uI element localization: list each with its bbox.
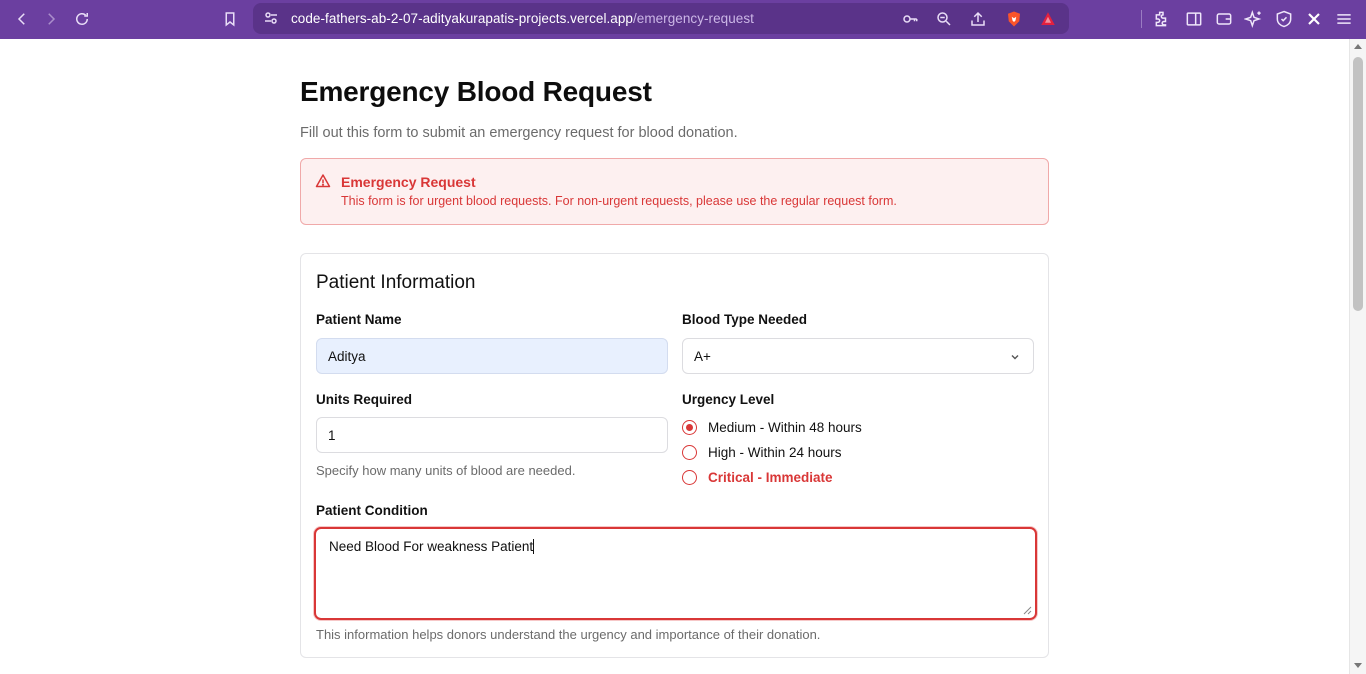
text-caret [533, 539, 535, 554]
extension-x-icon[interactable] [1304, 9, 1324, 29]
toolbar-divider [1141, 10, 1142, 28]
units-hint: Specify how many units of blood are need… [316, 463, 576, 478]
browser-toolbar: code-fathers-ab-2-07-adityakurapatis-pro… [0, 0, 1366, 39]
radio-label: Critical - Immediate [708, 470, 833, 485]
forward-icon[interactable] [39, 7, 63, 31]
blood-type-select[interactable]: A+ [682, 338, 1034, 374]
emergency-alert: Emergency Request This form is for urgen… [300, 158, 1049, 225]
units-label: Units Required [316, 392, 413, 407]
warning-triangle-icon [315, 173, 331, 189]
radio-unchecked[interactable] [682, 445, 697, 460]
address-bar[interactable]: code-fathers-ab-2-07-adityakurapatis-pro… [253, 3, 1069, 34]
page-subtitle: Fill out this form to submit an emergenc… [300, 125, 738, 141]
condition-textarea[interactable]: Need Blood For weakness Patient [314, 527, 1037, 620]
url-text: code-fathers-ab-2-07-adityakurapatis-pro… [291, 11, 754, 26]
page-title: Emergency Blood Request [300, 76, 652, 107]
chevron-down-icon [1009, 351, 1021, 363]
scroll-up-icon[interactable] [1354, 44, 1362, 49]
site-settings-icon[interactable] [263, 10, 279, 26]
patient-info-card: Patient Information Patient Name Aditya … [300, 253, 1049, 658]
radio-unchecked[interactable] [682, 470, 697, 485]
back-icon[interactable] [10, 7, 34, 31]
key-icon[interactable] [901, 10, 919, 28]
alert-title: Emergency Request [341, 174, 476, 190]
alert-message: This form is for urgent blood requests. … [341, 194, 897, 208]
brave-shields-icon[interactable] [1005, 10, 1023, 28]
reload-icon[interactable] [70, 7, 94, 31]
rewards-icon[interactable] [1039, 10, 1057, 28]
resize-handle-icon[interactable] [1023, 606, 1032, 615]
vpn-icon[interactable] [1274, 9, 1294, 29]
urgency-option-critical[interactable]: Critical - Immediate [682, 470, 833, 485]
extensions-icon[interactable] [1153, 9, 1173, 29]
blood-type-value: A+ [694, 348, 711, 364]
radio-checked[interactable] [682, 420, 697, 435]
page-scrollbar[interactable] [1349, 39, 1366, 674]
units-input[interactable]: 1 [316, 417, 668, 453]
sidebar-icon[interactable] [1184, 9, 1204, 29]
scrollbar-thumb[interactable] [1353, 57, 1363, 311]
patient-name-label: Patient Name [316, 312, 402, 327]
radio-label: Medium - Within 48 hours [708, 420, 862, 435]
leo-ai-icon[interactable] [1243, 9, 1264, 29]
condition-text: Need Blood For weakness Patient [329, 539, 534, 554]
radio-label: High - Within 24 hours [708, 445, 842, 460]
wallet-icon[interactable] [1214, 9, 1234, 29]
blood-type-label: Blood Type Needed [682, 312, 808, 327]
zoom-icon[interactable] [935, 10, 953, 28]
scroll-down-icon[interactable] [1354, 663, 1362, 668]
bookmark-icon[interactable] [218, 7, 242, 31]
section-title: Patient Information [316, 272, 476, 293]
patient-name-input[interactable]: Aditya [316, 338, 668, 374]
urgency-option-high[interactable]: High - Within 24 hours [682, 445, 842, 460]
condition-label: Patient Condition [316, 503, 428, 518]
condition-hint: This information helps donors understand… [316, 627, 821, 642]
share-icon[interactable] [969, 10, 987, 28]
urgency-option-medium[interactable]: Medium - Within 48 hours [682, 420, 862, 435]
menu-icon[interactable] [1334, 9, 1354, 29]
urgency-label: Urgency Level [682, 392, 775, 407]
